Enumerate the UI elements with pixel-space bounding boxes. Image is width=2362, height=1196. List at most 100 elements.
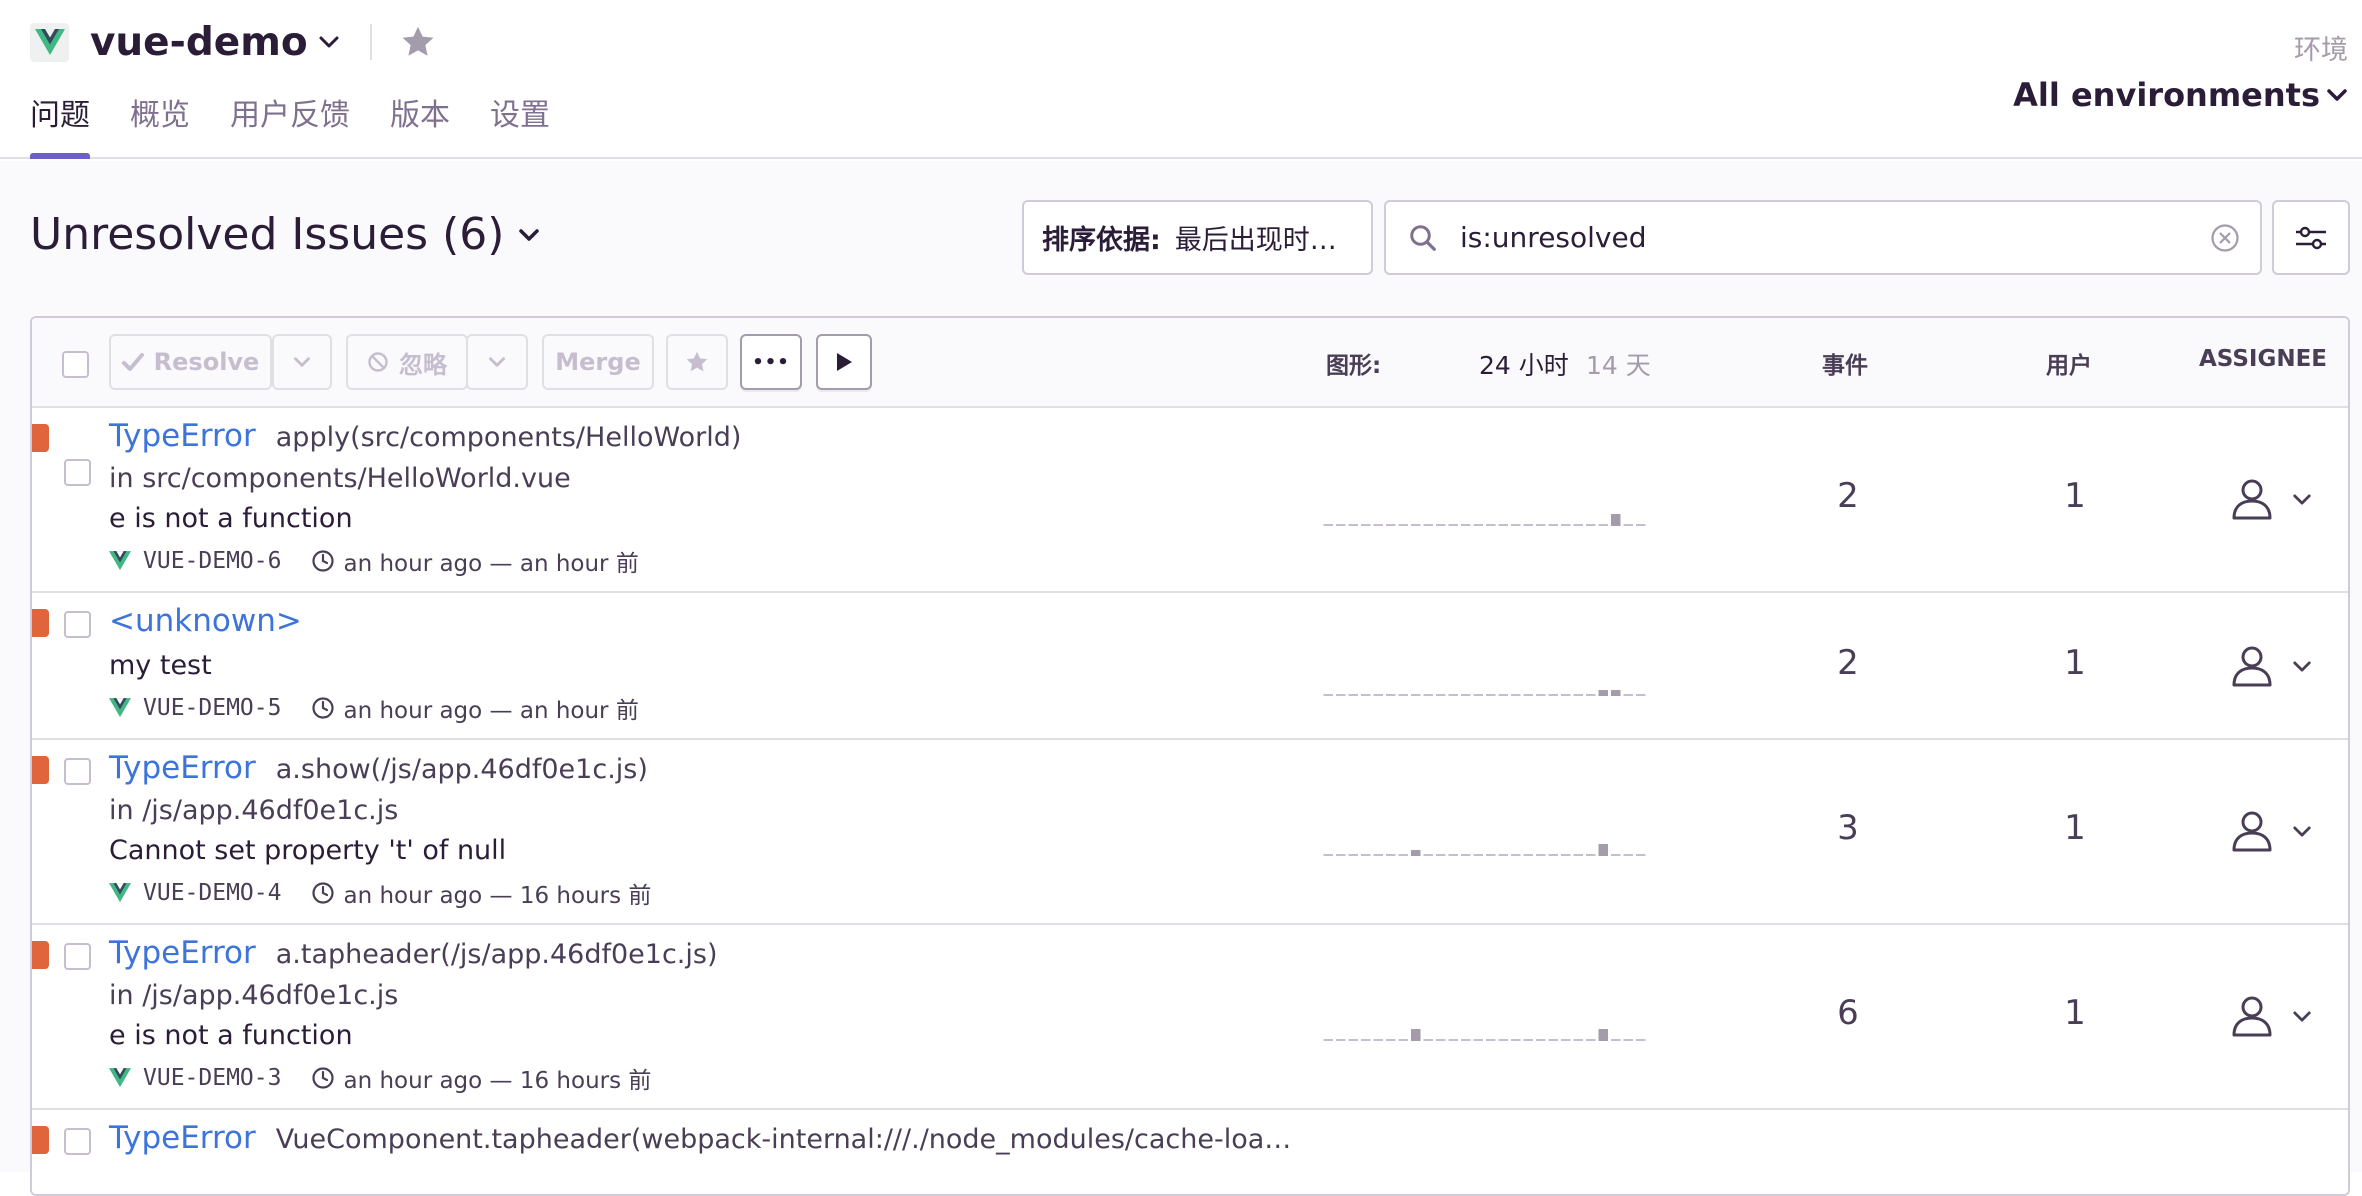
sparkline-bar [1611,690,1621,696]
issue-short-id[interactable]: VUE-DEMO-6 [143,548,281,574]
sparkline-bar [1461,694,1471,696]
search-bar[interactable]: is:unresolved [1384,200,2262,275]
issue-row[interactable]: <unknown> my test VUE-DEMO-5 an hour ago… [32,593,2348,740]
more-actions-button[interactable]: ••• [740,334,802,390]
issue-row[interactable]: TypeError a.tapheader(/js/app.46df0e1c.j… [32,925,2348,1110]
sparkline-bar [1511,1039,1521,1041]
user-icon [2232,811,2272,852]
issue-sparkline [1323,514,1646,526]
tab-releases[interactable]: 版本 [390,86,450,159]
issue-checkbox[interactable] [64,1128,91,1155]
issue-row[interactable]: TypeError apply(src/components/HelloWorl… [32,408,2348,593]
sparkline-bar [1398,1039,1408,1041]
issue-short-id[interactable]: VUE-DEMO-4 [143,880,281,906]
search-input[interactable]: is:unresolved [1460,221,2210,254]
merge-button[interactable]: Merge [542,334,654,390]
issue-type[interactable]: TypeError [109,418,256,454]
more-actions-label: ••• [752,351,790,373]
header-divider [369,24,372,60]
period-24h-toggle[interactable]: 24 小时 [1479,346,1569,382]
issue-type[interactable]: TypeError [109,750,256,786]
issue-checkbox[interactable] [64,943,91,970]
resolve-button[interactable]: Resolve [111,336,270,388]
sparkline-bar [1361,1039,1371,1041]
sparkline-bar [1611,854,1621,856]
filter-settings-button[interactable] [2272,200,2350,275]
tab-user-feedback[interactable]: 用户反馈 [230,86,350,159]
user-icon [2232,479,2272,520]
issue-checkbox[interactable] [64,758,91,785]
sparkline-bar [1448,694,1458,696]
bookmark-star-icon[interactable] [400,24,436,60]
sparkline-bar [1336,854,1346,856]
sparkline-bar [1636,854,1646,856]
issue-location: a.show(/js/app.46df0e1c.js) [275,754,648,785]
issue-title[interactable]: TypeError apply(src/components/HelloWorl… [109,418,741,454]
chevron-down-icon [294,357,310,367]
sparkline-bar [1586,694,1596,696]
sparkline-bar [1348,524,1358,526]
sparkline-bar [1636,694,1646,696]
sort-label: 排序依据: [1042,225,1161,256]
ignore-button[interactable]: 忽略 [346,334,468,390]
resolve-dropdown-button[interactable] [272,334,332,390]
project-tabs: 问题 概览 用户反馈 版本 设置 [30,86,590,159]
bookmark-button[interactable] [666,334,728,390]
issue-sparkline [1323,844,1646,856]
sparkline-bar [1336,694,1346,696]
sparkline-bar [1373,524,1383,526]
sparkline-bar [1423,694,1433,696]
issue-checkbox[interactable] [64,459,91,486]
issue-row[interactable]: TypeError VueComponent.tapheader(webpack… [32,1110,2348,1194]
vue-project-icon [109,883,131,903]
sparkline-bar [1323,694,1333,696]
issue-short-id[interactable]: VUE-DEMO-5 [143,695,281,721]
chevron-down-icon [2292,660,2312,673]
clear-search-icon[interactable] [2210,223,2240,253]
project-name[interactable]: vue-demo [90,20,308,65]
sparkline-bar [1498,694,1508,696]
sparkline-bar [1498,854,1508,856]
assignee-selector[interactable] [2230,995,2312,1037]
issue-title[interactable]: <unknown> [109,603,302,639]
issue-row[interactable]: TypeError a.show(/js/app.46df0e1c.js) in… [32,740,2348,925]
sparkline-bar [1348,1039,1358,1041]
sparkline-bar [1361,854,1371,856]
environment-selector[interactable]: All environments [2013,76,2348,114]
sort-dropdown[interactable]: 排序依据: 最后出现时… [1022,200,1373,275]
select-all-checkbox[interactable] [62,351,89,378]
search-icon [1408,223,1438,253]
sparkline-bar [1636,524,1646,526]
tab-issues[interactable]: 问题 [30,86,90,159]
sparkline-bar [1448,854,1458,856]
chevron-down-icon [2327,89,2347,101]
issue-title[interactable]: TypeError a.show(/js/app.46df0e1c.js) [109,750,648,786]
issue-checkbox[interactable] [64,611,91,638]
vue-project-icon [109,551,131,571]
issue-type[interactable]: <unknown> [109,603,302,639]
realtime-play-button[interactable] [816,334,872,390]
sparkline-bar [1373,854,1383,856]
project-dropdown-chevron-icon[interactable] [318,35,340,49]
issue-title[interactable]: TypeError VueComponent.tapheader(webpack… [109,1120,1291,1156]
sparkline-bar [1436,524,1446,526]
tab-overview[interactable]: 概览 [130,86,190,159]
issue-type[interactable]: TypeError [109,1120,256,1156]
saved-search-selector[interactable]: Unresolved Issues (6) [30,209,540,260]
issue-title[interactable]: TypeError a.tapheader(/js/app.46df0e1c.j… [109,935,717,971]
issue-type[interactable]: TypeError [109,935,256,971]
issue-short-id[interactable]: VUE-DEMO-3 [143,1065,281,1091]
chevron-down-icon [2292,825,2312,838]
assignee-selector[interactable] [2230,810,2312,852]
assignee-selector[interactable] [2230,478,2312,520]
period-14d-toggle[interactable]: 14 天 [1586,346,1651,382]
sparkline-bar [1561,854,1571,856]
sparkline-bar [1523,1039,1533,1041]
assignee-selector[interactable] [2230,645,2312,687]
sparkline-bar [1611,1039,1621,1041]
environment-label: 环境 [2294,35,2348,66]
sparkline-bar [1486,1039,1496,1041]
issue-times: an hour ago — 16 hours 前 [343,883,652,909]
ignore-dropdown-button[interactable] [466,334,528,390]
tab-settings[interactable]: 设置 [490,86,550,159]
